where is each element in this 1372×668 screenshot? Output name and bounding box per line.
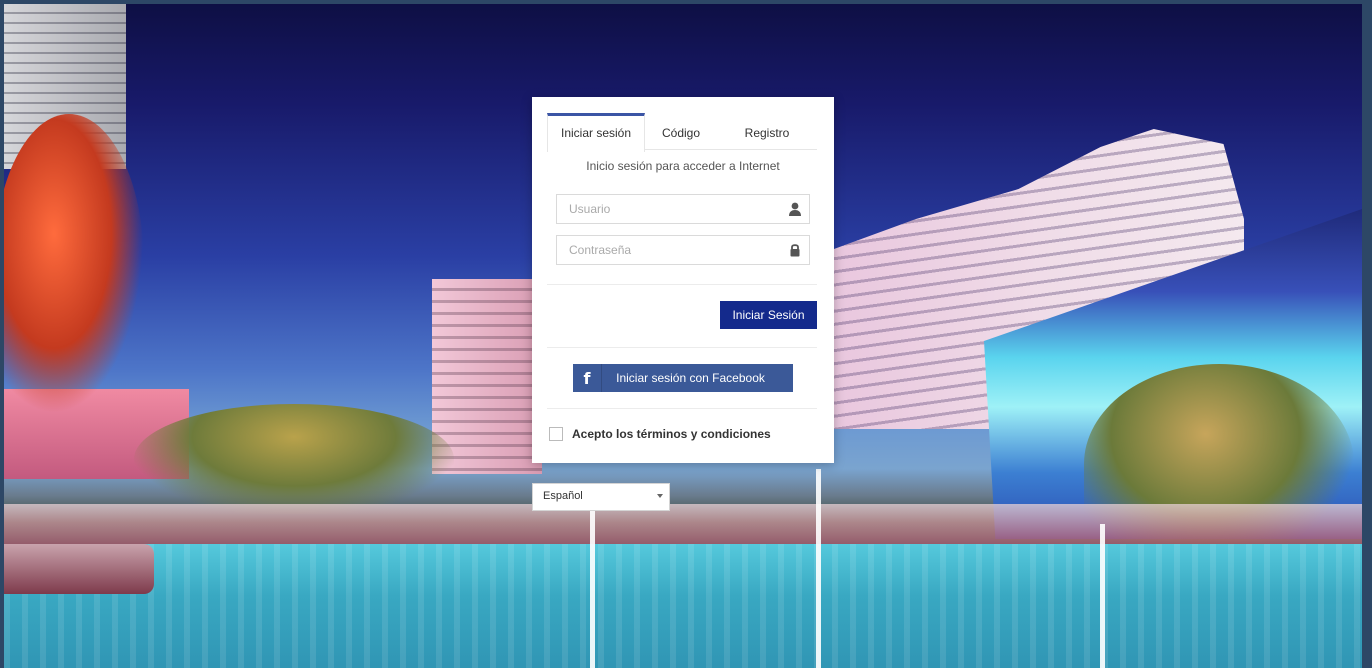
language-selected-label: Español	[543, 490, 583, 502]
lock-icon	[790, 244, 800, 257]
pole	[590, 509, 595, 668]
red-palm-tree	[4, 114, 144, 414]
tab-registro[interactable]: Registro	[727, 113, 807, 149]
password-input[interactable]	[567, 236, 781, 264]
facebook-login-button[interactable]: f Iniciar sesión con Facebook	[573, 364, 793, 392]
login-button[interactable]: Iniciar Sesión	[720, 301, 817, 329]
login-card: Iniciar sesión Código Registro Inicio se…	[532, 97, 834, 463]
tab-iniciar-sesion[interactable]: Iniciar sesión	[547, 113, 645, 152]
pool-water	[4, 544, 1362, 668]
divider	[547, 284, 817, 285]
user-icon	[789, 202, 801, 216]
login-subtitle: Inicio sesión para acceder a Internet	[586, 159, 780, 173]
language-select[interactable]: Español	[532, 483, 670, 511]
username-input[interactable]	[567, 195, 781, 223]
facebook-icon: f	[573, 364, 602, 392]
terms-label[interactable]: Acepto los términos y condiciones	[572, 427, 771, 441]
pole	[1100, 524, 1105, 668]
facebook-login-label: Iniciar sesión con Facebook	[616, 371, 765, 385]
password-field-wrapper	[556, 235, 810, 265]
tab-codigo[interactable]: Código	[651, 113, 711, 149]
login-tabs: Iniciar sesión Código Registro	[547, 113, 817, 152]
divider	[547, 408, 817, 409]
chevron-down-icon	[657, 494, 663, 498]
divider	[547, 347, 817, 348]
pool-deck	[4, 504, 1362, 549]
terms-row: Acepto los términos y condiciones	[549, 427, 771, 441]
pool-lounger	[4, 544, 154, 594]
username-field-wrapper	[556, 194, 810, 224]
pole	[816, 469, 821, 668]
palm-tree-row	[134, 404, 454, 514]
terms-checkbox[interactable]	[549, 427, 563, 441]
